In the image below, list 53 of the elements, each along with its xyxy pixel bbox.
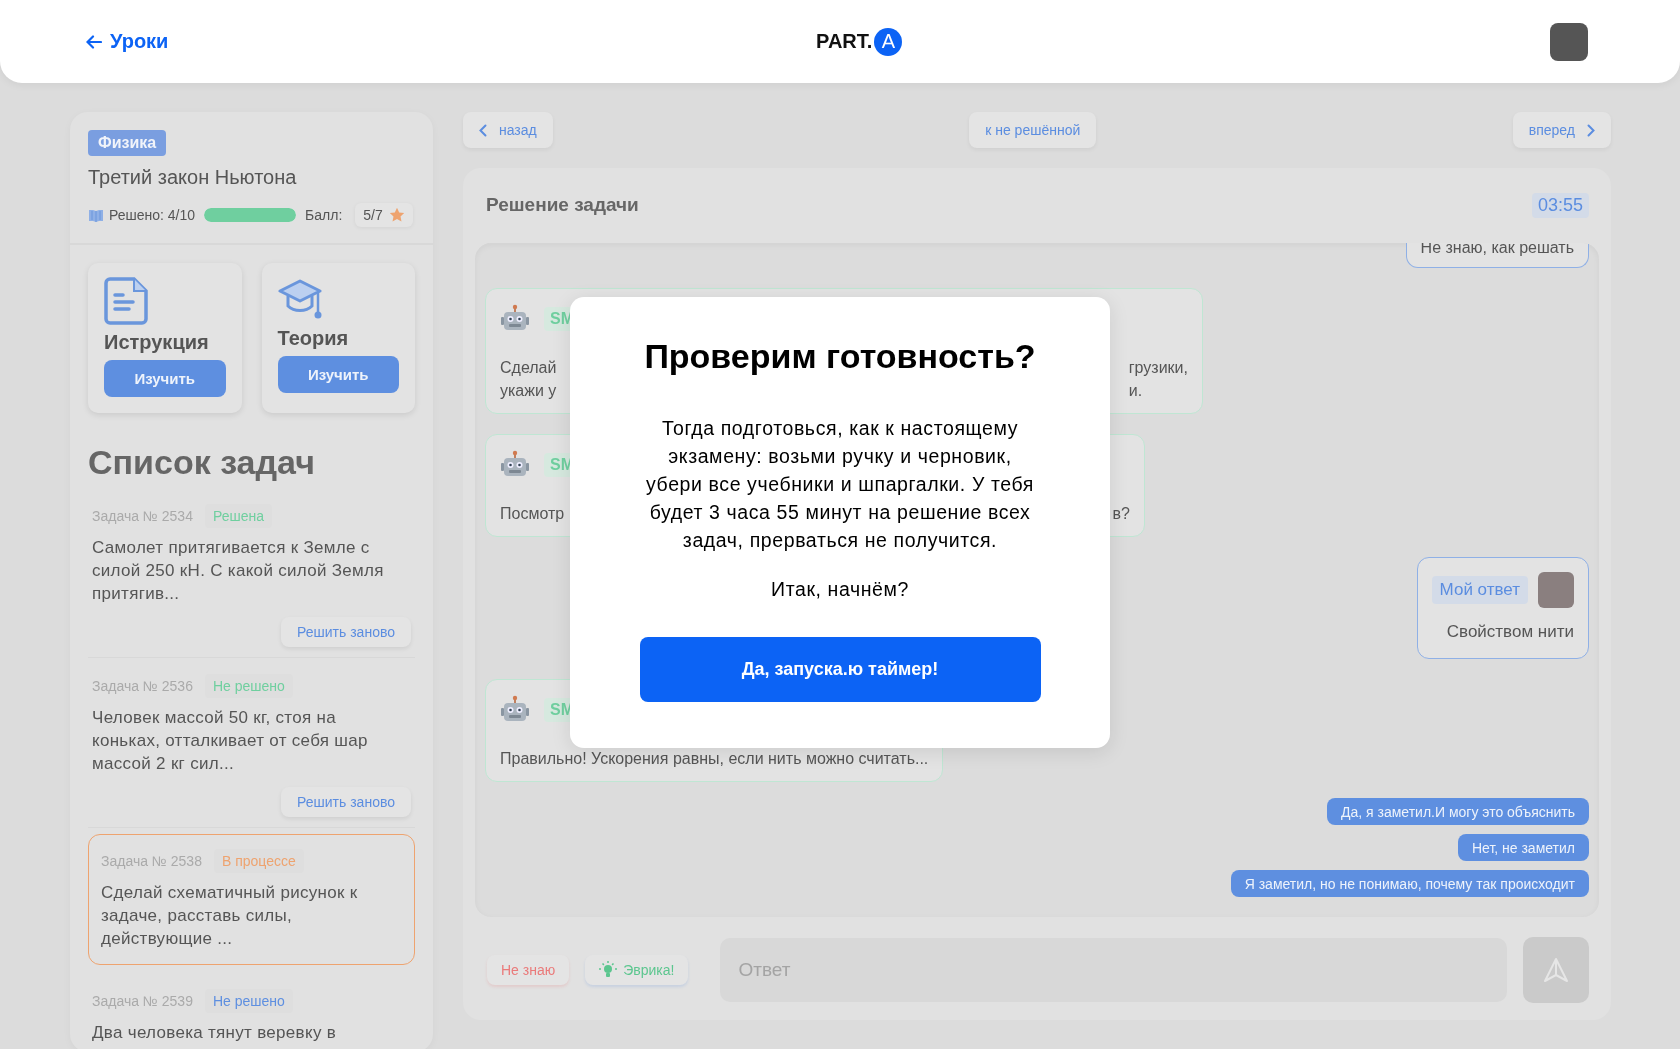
avatar-photo-placeholder (1538, 572, 1574, 608)
dialog-title: Проверим готовность? (644, 337, 1036, 376)
answer-option-button[interactable]: Да, я заметил.И могу это объяснить (1327, 798, 1589, 825)
score-label: Балл: (305, 207, 343, 223)
resource-title: Теория (277, 327, 349, 350)
to-unsolved-button[interactable]: к не решённой (969, 112, 1097, 148)
message-text: Сделай (500, 358, 557, 378)
book-icon (88, 208, 104, 222)
graduation-cap-icon (277, 277, 324, 321)
score-value: 5/7 (363, 207, 383, 223)
task-text: Самолет притягивается к Земле с силой 250 кН. С какой силой Земля притягив... (92, 537, 385, 605)
study-button[interactable]: Изучить (277, 356, 399, 393)
message-text: Правильно! Ускорения равны, если нить можно считать... (500, 749, 929, 769)
send-icon (1543, 957, 1569, 983)
solution-title: Решение задачи (486, 194, 639, 216)
study-button[interactable]: Изучить (104, 360, 226, 397)
task-text: Сделай схематичный рисунок к задаче, расставь силы, действующие ... (101, 882, 359, 950)
message-text: грузики, (1128, 358, 1188, 378)
solved-count: Решено: 4/10 (109, 207, 196, 223)
back-link[interactable]: Уроки (86, 30, 169, 53)
forward-button[interactable]: вперед (1512, 112, 1611, 148)
message-text: в? (1112, 504, 1130, 524)
eureka-button[interactable]: Эврика! (585, 955, 689, 985)
task-list-title: Список задач (88, 443, 316, 482)
chevron-right-icon (1587, 123, 1595, 137)
document-icon (104, 277, 148, 325)
answer-option-button[interactable]: Нет, не заметил (1457, 834, 1589, 861)
star-icon (388, 207, 405, 223)
message-text: укажи у (500, 381, 557, 401)
arrow-left-icon (86, 34, 102, 49)
message-text: Посмотр (500, 504, 565, 524)
back-button[interactable]: назад (463, 112, 553, 148)
dialog-text: Тогда подготовься, как к настоящему экзамену: возьми ручку и черновик, убери все учебники и шпаргалки. У тебя будет 3 часа 55 минут на решение всех задач, прерваться не получится. (645, 416, 1035, 553)
message-text: и. (1128, 381, 1144, 401)
dialog-question: Итак, начнём? (771, 578, 909, 601)
answer-label: Мой ответ (1431, 576, 1528, 604)
logo-text: PART. (816, 30, 873, 53)
start-timer-button[interactable]: Да, запуска.ю таймер! (639, 637, 1041, 702)
lightbulb-icon (599, 961, 618, 979)
task-text: Два человека тянут веревку в (92, 1022, 338, 1044)
solve-again-button[interactable]: Решить заново (281, 787, 411, 817)
subject-tag: Физика (88, 130, 167, 156)
timer: 03:55 (1531, 192, 1589, 218)
answer-option-button[interactable]: Я заметил, но не понимаю, почему так происходит (1230, 870, 1589, 897)
answer-text: Свойством нити (1446, 622, 1574, 642)
logo-badge: A (874, 27, 903, 56)
lesson-title: Третий закон Ньютона (88, 166, 298, 189)
task-text: Человек массой 50 кг, стоя на коньках, отталкивает от себя шар массой 2 кг сил... (92, 707, 369, 775)
solve-again-button[interactable]: Решить заново (281, 617, 411, 647)
resource-title: Иструкция (104, 331, 209, 354)
avatar-photo-placeholder[interactable] (1550, 22, 1588, 61)
chevron-left-icon (479, 123, 487, 137)
dont-know-button[interactable]: Не знаю (487, 955, 570, 985)
